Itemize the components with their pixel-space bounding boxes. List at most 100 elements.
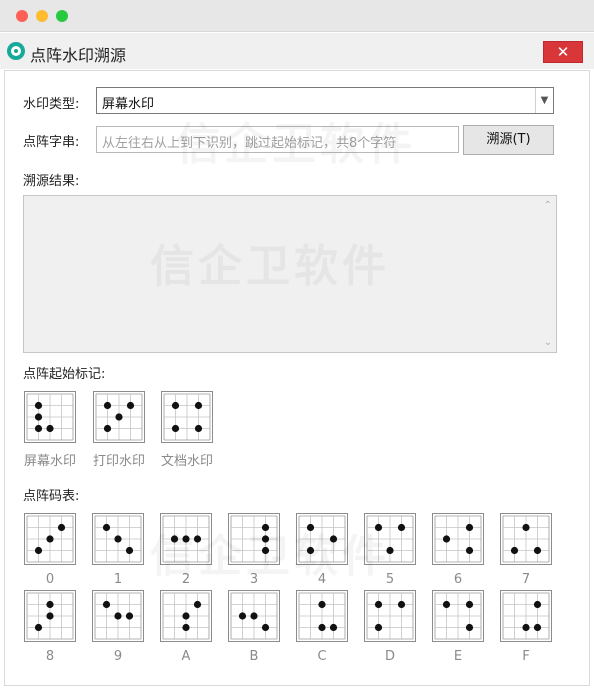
matrix-dot	[261, 535, 270, 543]
scroll-up-icon[interactable]: ⌃	[544, 200, 552, 211]
matrix-dot	[34, 623, 43, 632]
dot-string-placeholder: 从左往右从上到下识别，跳过起始标记，共8个字符	[102, 136, 397, 151]
matrix-dot	[397, 523, 406, 532]
trace-result-textarea[interactable]: ⌃ ⌄	[23, 195, 557, 353]
maximize-window-control[interactable]	[56, 10, 68, 22]
code-table-cell	[296, 513, 348, 565]
matrix-dot	[34, 546, 43, 555]
matrix-dot	[193, 600, 202, 609]
dot-matrix-icon	[24, 391, 76, 443]
matrix-dot	[125, 546, 134, 555]
dot-matrix-icon	[364, 513, 416, 565]
matrix-dot	[46, 612, 54, 620]
dot-matrix-icon	[24, 590, 76, 642]
code-table-cell	[160, 590, 212, 642]
matrix-dot	[34, 424, 43, 433]
dot-matrix-icon	[500, 513, 552, 565]
code-table-cell-caption: F	[522, 649, 530, 664]
matrix-dot	[465, 523, 474, 532]
chevron-down-icon[interactable]: ▼	[535, 88, 553, 113]
minimize-window-control[interactable]	[36, 10, 48, 22]
watermark-type-label: 水印类型:	[23, 97, 80, 112]
start-mark-cell	[24, 391, 76, 443]
matrix-dot	[46, 600, 54, 609]
matrix-dot	[193, 535, 202, 543]
code-table-cell	[364, 590, 416, 642]
matrix-dot	[465, 623, 474, 632]
app-header: 点阵水印溯源	[0, 33, 594, 69]
matrix-dot	[318, 600, 326, 609]
matrix-dot	[125, 612, 134, 620]
matrix-dot	[114, 535, 122, 543]
matrix-dot	[57, 523, 66, 532]
dot-string-input[interactable]: 从左往右从上到下识别，跳过起始标记，共8个字符	[96, 126, 459, 153]
matrix-dot	[329, 535, 338, 543]
start-mark-cell	[93, 391, 145, 443]
matrix-dot	[318, 623, 326, 632]
close-button[interactable]: ✕	[543, 41, 583, 63]
matrix-dot	[46, 424, 54, 433]
matrix-dot	[261, 546, 270, 555]
matrix-dot	[386, 546, 394, 555]
matrix-dot	[261, 523, 270, 532]
title-bar	[0, 0, 594, 32]
matrix-dot	[126, 401, 135, 410]
matrix-dot	[171, 424, 180, 433]
matrix-dot	[194, 424, 203, 433]
code-table-cell	[500, 590, 552, 642]
matrix-dot	[238, 612, 247, 620]
code-table-cell	[500, 513, 552, 565]
dot-matrix-icon	[228, 513, 280, 565]
start-mark-label: 点阵起始标记:	[23, 367, 106, 382]
matrix-dot	[34, 401, 43, 410]
dot-matrix-icon	[24, 513, 76, 565]
window-title: 点阵水印溯源	[30, 46, 127, 65]
code-table-cell	[296, 590, 348, 642]
matrix-dot	[510, 546, 519, 555]
matrix-dot	[46, 535, 54, 543]
matrix-dot	[442, 535, 451, 543]
matrix-dot	[102, 523, 111, 532]
code-table-cell	[24, 513, 76, 565]
matrix-dot	[397, 600, 406, 609]
dot-matrix-icon	[500, 590, 552, 642]
trace-result-label: 溯源结果:	[23, 174, 80, 189]
dot-matrix-icon	[296, 590, 348, 642]
close-window-control[interactable]	[16, 10, 28, 22]
matrix-dot	[182, 612, 190, 620]
matrix-dot	[522, 623, 530, 632]
matrix-dot	[103, 424, 112, 433]
dot-matrix-icon	[228, 590, 280, 642]
dot-matrix-icon	[160, 590, 212, 642]
code-table-cell	[432, 590, 484, 642]
dot-matrix-icon	[432, 513, 484, 565]
dot-matrix-icon	[92, 513, 144, 565]
matrix-dot	[170, 535, 179, 543]
matrix-dot	[182, 535, 190, 543]
start-mark-cell	[161, 391, 213, 443]
matrix-dot	[261, 623, 270, 632]
matrix-dot	[374, 623, 383, 632]
code-table-cell	[432, 513, 484, 565]
app-logo-icon	[7, 42, 25, 60]
matrix-dot	[171, 401, 180, 410]
matrix-dot	[533, 623, 542, 632]
dot-matrix-icon	[296, 513, 348, 565]
matrix-dot	[115, 413, 123, 421]
code-table-cell	[228, 513, 280, 565]
matrix-dot	[114, 612, 122, 620]
dot-matrix-icon	[364, 590, 416, 642]
code-table-cell-caption: 7	[521, 572, 531, 587]
matrix-dot	[522, 523, 530, 532]
matrix-dot	[102, 600, 111, 609]
dot-matrix-icon	[93, 391, 145, 443]
matrix-dot	[442, 600, 451, 609]
code-table-cell	[92, 513, 144, 565]
matrix-dot	[306, 523, 315, 532]
start-mark-cell-caption: 屏幕水印	[23, 454, 76, 469]
scroll-down-icon[interactable]: ⌄	[544, 337, 552, 348]
matrix-dot	[465, 600, 474, 609]
watermark-type-select[interactable]: 屏幕水印 ▼	[96, 87, 554, 114]
dot-matrix-icon	[161, 391, 213, 443]
trace-button[interactable]: 溯源(T)	[463, 125, 554, 155]
